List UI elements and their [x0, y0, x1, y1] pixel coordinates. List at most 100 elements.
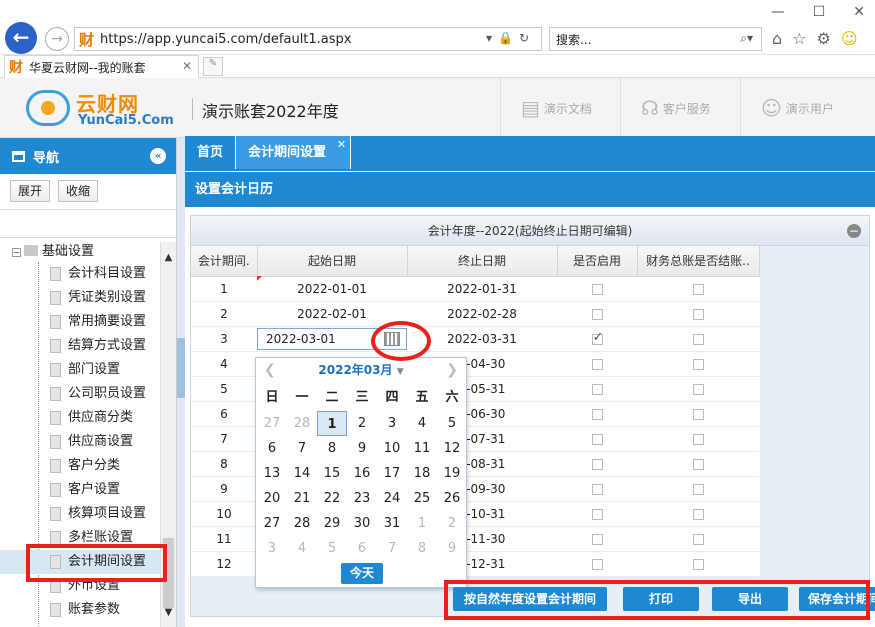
browser-tab[interactable]: 财 华夏云财网--我的账套 ✕: [4, 55, 199, 78]
browser-search-input[interactable]: 搜索... ⌕▾: [549, 27, 762, 51]
sidebar-item-summaries[interactable]: 常用摘要设置: [0, 310, 161, 334]
calendar-day[interactable]: 9: [347, 436, 377, 461]
end-date[interactable]: 2022-01-31: [407, 276, 557, 302]
feedback-smiley-icon[interactable]: ☺: [841, 29, 858, 48]
enabled-checkbox[interactable]: [591, 358, 603, 370]
calendar-day[interactable]: 13: [257, 461, 287, 486]
calendar-day[interactable]: 31: [377, 511, 407, 536]
calendar-day[interactable]: 16: [347, 461, 377, 486]
calendar-day[interactable]: 7: [287, 436, 317, 461]
calendar-day[interactable]: 10: [377, 436, 407, 461]
calendar-day[interactable]: 29: [317, 511, 347, 536]
forward-button[interactable]: →: [45, 27, 69, 51]
scroll-up-icon[interactable]: ▲: [161, 252, 176, 268]
col-closed[interactable]: 财务总账是否结账..: [637, 246, 760, 277]
calendar-day[interactable]: 15: [317, 461, 347, 486]
calendar-day[interactable]: 7: [377, 536, 407, 561]
today-button[interactable]: 今天: [341, 563, 383, 584]
calendar-day[interactable]: 24: [377, 486, 407, 511]
table-row[interactable]: 2 2022-02-01 2022-02-28: [191, 301, 759, 327]
calendar-day[interactable]: 2: [347, 411, 377, 436]
calendar-day[interactable]: 9: [437, 536, 467, 561]
calendar-day[interactable]: 25: [407, 486, 437, 511]
calendar-day[interactable]: 27: [257, 411, 287, 436]
calendar-day[interactable]: 5: [317, 536, 347, 561]
settings-gear-icon[interactable]: ⚙: [817, 29, 831, 48]
col-period[interactable]: 会计期间.: [191, 246, 258, 277]
header-nav-service[interactable]: ☊ 客户服务: [620, 78, 740, 138]
enabled-checkbox[interactable]: [591, 408, 603, 420]
back-button[interactable]: ←: [5, 22, 37, 54]
picker-month-label[interactable]: 2022年03月: [318, 363, 392, 377]
closed-checkbox[interactable]: [692, 558, 704, 570]
enabled-checkbox[interactable]: [591, 308, 603, 320]
enabled-checkbox[interactable]: [591, 558, 603, 570]
enabled-checkbox[interactable]: [591, 330, 603, 345]
calendar-day[interactable]: 28: [287, 411, 317, 436]
start-cell[interactable]: 2022-02-01: [257, 301, 407, 327]
address-tools[interactable]: ▾🔒↻: [486, 31, 535, 45]
calendar-day[interactable]: 3: [377, 411, 407, 436]
sidebar-item-departments[interactable]: 部门设置: [0, 358, 161, 382]
table-row[interactable]: 3 2022-03-01 2022-03-31: [191, 326, 759, 352]
calendar-day[interactable]: 14: [287, 461, 317, 486]
calendar-day[interactable]: 6: [257, 436, 287, 461]
collapse-button[interactable]: 收缩: [58, 180, 99, 202]
closed-checkbox[interactable]: [692, 308, 704, 320]
start-cell[interactable]: 2022-01-01: [257, 275, 407, 302]
closed-checkbox[interactable]: [692, 433, 704, 445]
next-month-icon[interactable]: ❯: [446, 358, 458, 382]
closed-checkbox[interactable]: [692, 483, 704, 495]
closed-checkbox[interactable]: [692, 533, 704, 545]
sidebar-item-staff[interactable]: 公司职员设置: [0, 382, 161, 406]
favorites-star-icon[interactable]: ☆: [792, 29, 806, 48]
calendar-day[interactable]: 1: [407, 511, 437, 536]
calendar-day[interactable]: 18: [407, 461, 437, 486]
calendar-day[interactable]: 4: [407, 411, 437, 436]
minimize-icon[interactable]: —: [771, 4, 785, 20]
calendar-day[interactable]: 12: [437, 436, 467, 461]
calendar-day[interactable]: 6: [347, 536, 377, 561]
calendar-day[interactable]: 26: [437, 486, 467, 511]
enabled-checkbox[interactable]: [591, 383, 603, 395]
calendar-day[interactable]: 17: [377, 461, 407, 486]
calendar-day[interactable]: 28: [287, 511, 317, 536]
tab-close-icon[interactable]: ✕: [182, 59, 192, 73]
home-icon[interactable]: ⌂: [772, 29, 782, 48]
calendar-day[interactable]: 20: [257, 486, 287, 511]
tree-toggle-icon[interactable]: −: [12, 248, 21, 257]
calendar-day[interactable]: 4: [287, 536, 317, 561]
tab-accounting-periods[interactable]: 会计期间设置 ✕: [236, 136, 351, 169]
tab-home[interactable]: 首页: [185, 136, 236, 169]
closed-checkbox[interactable]: [692, 458, 704, 470]
calendar-day[interactable]: 11: [407, 436, 437, 461]
sidebar-item-voucher-types[interactable]: 凭证类别设置: [0, 286, 161, 310]
search-icon[interactable]: ⌕▾: [740, 31, 753, 46]
month-dropdown-icon[interactable]: ▼: [397, 367, 404, 377]
closed-checkbox[interactable]: [692, 408, 704, 420]
splitter-grip[interactable]: [177, 338, 185, 398]
calendar-day[interactable]: 1: [317, 411, 347, 436]
close-icon[interactable]: ✕: [853, 4, 865, 20]
col-end-date[interactable]: 终止日期: [407, 246, 558, 277]
sidebar-item-settlement[interactable]: 结算方式设置: [0, 334, 161, 358]
calendar-day[interactable]: 2: [437, 511, 467, 536]
enabled-checkbox[interactable]: [591, 458, 603, 470]
calendar-day[interactable]: 5: [437, 411, 467, 436]
closed-checkbox[interactable]: [692, 383, 704, 395]
expand-button[interactable]: 展开: [10, 180, 51, 202]
sidebar-item-account-params[interactable]: 账套参数: [0, 598, 161, 622]
address-bar[interactable]: 财 https://app.yuncai5.com/default1.aspx …: [74, 27, 542, 51]
calendar-day[interactable]: 8: [407, 536, 437, 561]
calendar-day[interactable]: 3: [257, 536, 287, 561]
table-row[interactable]: 1 2022-01-01 2022-01-31: [191, 275, 759, 302]
enabled-checkbox[interactable]: [591, 508, 603, 520]
new-tab-icon[interactable]: ✎: [203, 57, 223, 76]
col-enabled[interactable]: 是否启用: [557, 246, 638, 277]
header-nav-user[interactable]: ☺ 演示用户: [740, 78, 875, 138]
tree-root-basic-settings[interactable]: − 基础设置: [0, 242, 161, 262]
sidebar-item-customers[interactable]: 客户设置: [0, 478, 161, 502]
sidebar-item-supplier-class[interactable]: 供应商分类: [0, 406, 161, 430]
scroll-down-icon[interactable]: ▼: [161, 607, 176, 623]
enabled-checkbox[interactable]: [591, 533, 603, 545]
